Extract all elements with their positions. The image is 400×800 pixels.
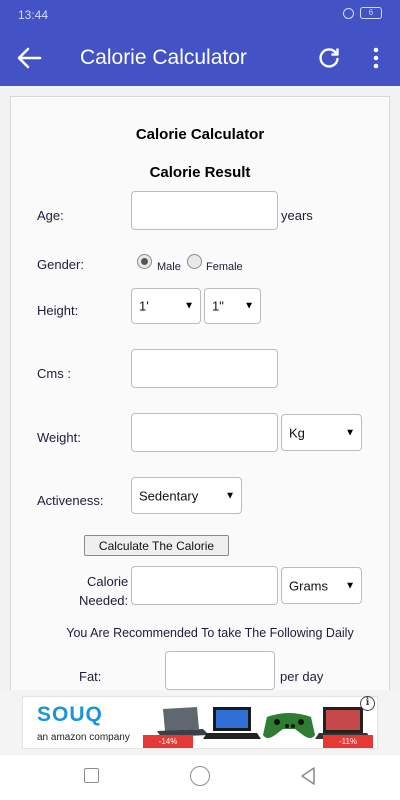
age-unit: years bbox=[281, 208, 313, 223]
age-input[interactable] bbox=[131, 191, 278, 230]
back-triangle-icon[interactable] bbox=[297, 765, 319, 787]
home-icon[interactable] bbox=[190, 766, 210, 786]
navigation-bar bbox=[0, 755, 400, 800]
age-label: Age: bbox=[37, 208, 64, 223]
discount-badge-1: -14% bbox=[143, 735, 193, 748]
gender-male-label: Male bbox=[157, 261, 181, 273]
ad-banner[interactable]: SOUQ an amazon company -14% -11% bbox=[22, 696, 378, 749]
alarm-icon bbox=[343, 7, 354, 19]
battery-icon: 6 bbox=[360, 7, 382, 19]
gamepad-image bbox=[263, 713, 315, 738]
weight-input[interactable] bbox=[131, 413, 278, 452]
more-vert-icon[interactable] bbox=[366, 45, 386, 71]
activeness-label: Activeness: bbox=[37, 493, 104, 508]
height-feet-value: 1' bbox=[139, 298, 149, 314]
recent-apps-icon[interactable] bbox=[84, 768, 99, 783]
status-icons: 6 bbox=[343, 7, 382, 19]
discount-badge-2: -11% bbox=[323, 735, 373, 748]
calorie-unit-value: Grams bbox=[289, 578, 328, 593]
activeness-select[interactable]: Sedentary ▼ bbox=[131, 477, 242, 514]
cms-input[interactable] bbox=[131, 349, 278, 388]
weight-unit-value: Kg bbox=[289, 425, 305, 440]
height-feet-select[interactable]: 1' ▼ bbox=[131, 288, 201, 324]
recommendation-text: You Are Recommended To take The Followin… bbox=[66, 626, 354, 640]
height-inches-select[interactable]: 1" ▼ bbox=[204, 288, 261, 324]
gender-female-radio[interactable] bbox=[187, 254, 202, 269]
dropdown-arrow-icon: ▼ bbox=[244, 300, 254, 312]
height-inches-value: 1" bbox=[212, 298, 224, 314]
back-arrow-icon[interactable] bbox=[14, 44, 44, 72]
dropdown-arrow-icon: ▼ bbox=[345, 427, 355, 438]
calorie-unit-select[interactable]: Grams ▼ bbox=[281, 567, 362, 604]
gender-female-label: Female bbox=[206, 261, 243, 273]
fat-input[interactable] bbox=[165, 651, 275, 690]
laptop-image bbox=[203, 707, 261, 739]
calculate-calorie-button[interactable]: Calculate The Calorie bbox=[84, 535, 229, 556]
weight-label: Weight: bbox=[37, 430, 81, 445]
activeness-value: Sedentary bbox=[139, 488, 199, 503]
cms-label: Cms : bbox=[37, 366, 71, 381]
fat-label: Fat: bbox=[79, 669, 102, 684]
refresh-icon[interactable] bbox=[316, 45, 342, 71]
ad-brand: SOUQ bbox=[37, 703, 103, 726]
calorie-needed-input[interactable] bbox=[131, 566, 278, 605]
app-title: Calorie Calculator bbox=[80, 46, 247, 69]
form-heading: Calorie Calculator bbox=[135, 126, 265, 143]
gender-male-radio[interactable] bbox=[137, 254, 152, 269]
weight-unit-select[interactable]: Kg ▼ bbox=[281, 414, 362, 451]
dropdown-arrow-icon: ▼ bbox=[225, 490, 235, 501]
calorie-needed-label-2: Needed: bbox=[79, 593, 129, 608]
calculator-card bbox=[10, 96, 390, 696]
status-bar: 13:44 6 bbox=[0, 0, 400, 30]
height-label: Height: bbox=[37, 303, 79, 318]
calorie-needed-label-1: Calorie bbox=[87, 574, 129, 589]
ad-tagline: an amazon company bbox=[37, 732, 130, 743]
dropdown-arrow-icon: ▼ bbox=[345, 580, 355, 591]
status-time: 13:44 bbox=[18, 8, 49, 22]
dropdown-arrow-icon: ▼ bbox=[184, 300, 194, 312]
ad-info-icon[interactable]: i bbox=[360, 696, 375, 711]
fat-suffix: per day bbox=[280, 669, 324, 684]
gender-label: Gender: bbox=[37, 257, 84, 272]
result-heading: Calorie Result bbox=[149, 164, 251, 181]
app-bar: Calorie Calculator bbox=[0, 30, 400, 86]
